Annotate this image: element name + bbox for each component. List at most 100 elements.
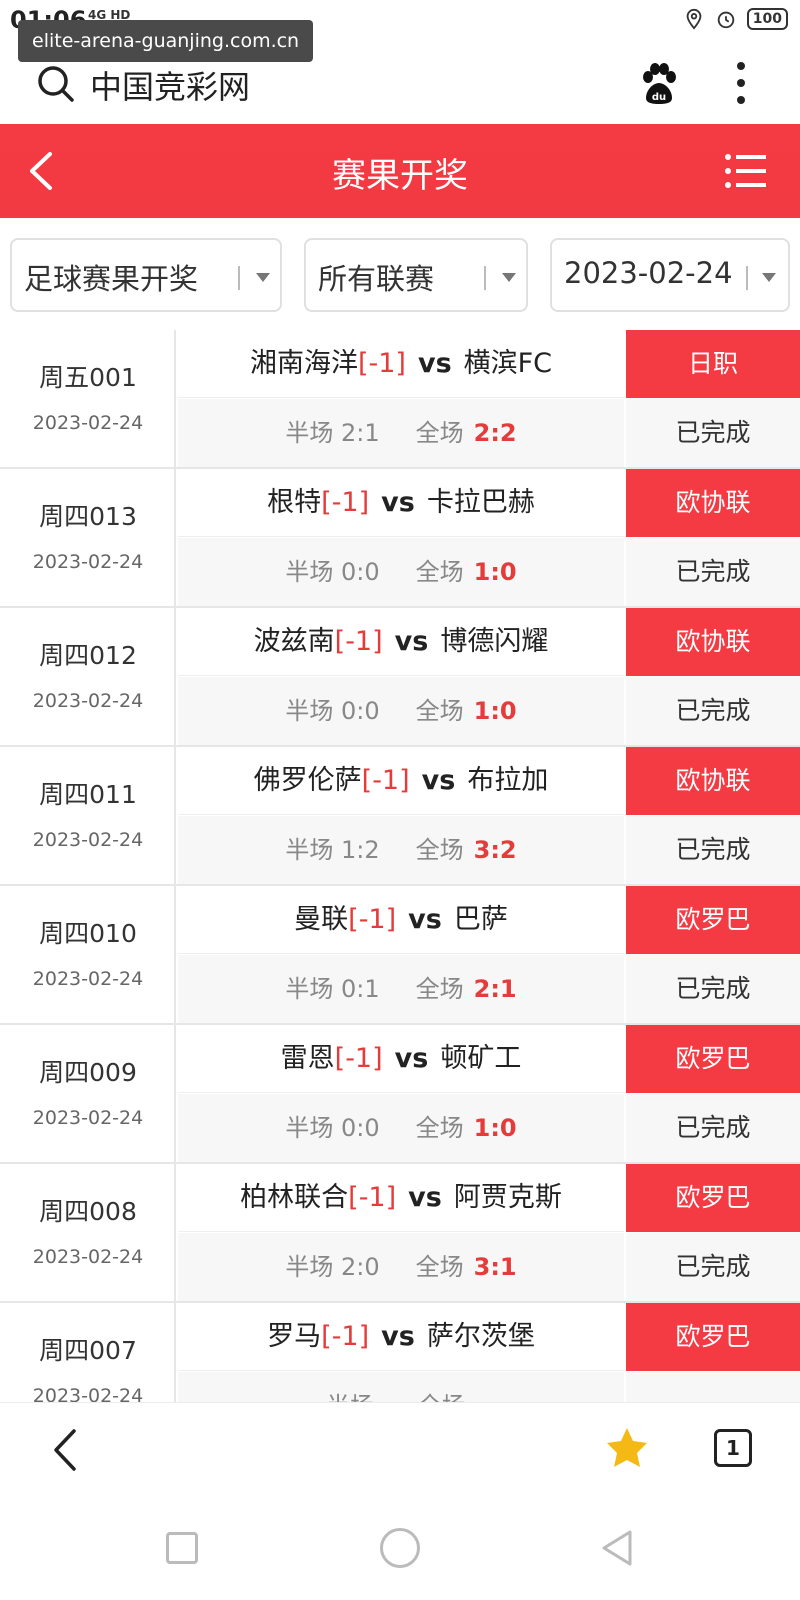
status-icons: 100 <box>683 8 788 30</box>
match-code: 周四008 <box>39 1197 137 1226</box>
location-icon <box>686 8 702 30</box>
status-badge <box>626 1372 800 1402</box>
page-title: 赛果开奖 <box>332 156 468 196</box>
handicap: [-1] <box>321 1321 370 1352</box>
handicap: [-1] <box>348 1182 397 1213</box>
half-label: 半场 <box>285 558 334 586</box>
match-code: 周四011 <box>39 780 137 809</box>
match-row[interactable]: 周四009 2023-02-24 雷恩[-1] vs 顿矿工 半场 0:0 全场 1:0 欧罗巴… <box>0 1025 800 1164</box>
status-badge: 已完成 <box>626 538 800 606</box>
full-label: 全场 <box>415 975 464 1003</box>
match-date: 2023-02-24 <box>32 412 144 434</box>
match-teams: 柏林联合[-1] vs 阿贾克斯 <box>178 1164 624 1232</box>
away-team: 阿贾克斯 <box>453 1182 562 1213</box>
half-score: 0:1 <box>341 975 380 1003</box>
away-team: 巴萨 <box>453 904 508 935</box>
home-team: 波兹南 <box>253 626 335 657</box>
date-select[interactable]: 2023-02-24 <box>550 238 790 312</box>
system-nav-bar <box>0 1494 800 1600</box>
tabs-icon[interactable]: 1 <box>714 1429 752 1467</box>
full-label: 全场 <box>415 558 464 586</box>
chevron-down-icon <box>762 273 776 282</box>
vs-label: vs <box>408 1182 442 1213</box>
league-badge: 欧协联 <box>626 608 800 676</box>
filter-row: 足球赛果开奖 所有联赛 2023-02-24 <box>0 218 800 328</box>
match-code: 周四009 <box>39 1058 137 1087</box>
nav-back-button[interactable] <box>598 1528 638 1568</box>
full-score: 1:0 <box>473 697 517 725</box>
league-badge: 日职 <box>626 330 800 398</box>
full-label: 全场 <box>418 1392 466 1402</box>
match-row[interactable]: 周四0072023-02-24罗马[-1]vs萨尔茨堡半场 全场欧罗巴 <box>0 1303 800 1402</box>
match-info-cell: 周四013 2023-02-24 <box>0 469 176 606</box>
match-scores: 半场 2:0 全场 3:1 <box>178 1233 624 1301</box>
match-scores: 半场 1:2 全场 3:2 <box>178 816 624 884</box>
status-badge: 已完成 <box>626 816 800 884</box>
match-code: 周五001 <box>39 363 137 392</box>
match-teams: 罗马[-1] vs 萨尔茨堡 <box>178 1303 624 1371</box>
half-score: 0:0 <box>341 1114 380 1142</box>
half-score: 2:0 <box>341 1253 380 1281</box>
away-team: 布拉加 <box>467 765 549 796</box>
full-score: 2:2 <box>473 419 517 447</box>
handicap: [-1] <box>334 1043 383 1074</box>
match-row[interactable]: 周五001 2023-02-24 湘南海洋[-1] vs 横滨FC 半场 2:1 全场 2:2… <box>0 330 800 469</box>
browser-back-icon[interactable] <box>50 1427 80 1473</box>
match-row[interactable]: 周四010 2023-02-24 曼联[-1] vs 巴萨 半场 0:1 全场 2:1 欧罗巴已… <box>0 886 800 1025</box>
match-date: 2023-02-24 <box>32 1385 144 1402</box>
match-scores: 半场 0:0 全场 1:0 <box>178 538 624 606</box>
match-info-cell: 周四011 2023-02-24 <box>0 747 176 884</box>
svg-text:du: du <box>652 92 666 103</box>
browser-bar: 中国竞彩网 du <box>0 52 800 124</box>
away-team: 萨尔茨堡 <box>426 1321 535 1352</box>
vs-label: vs <box>394 626 429 657</box>
chevron-down-icon <box>256 273 270 282</box>
full-score: 3:2 <box>473 836 517 864</box>
match-row[interactable]: 周四012 2023-02-24 波兹南[-1] vs 博德闪耀 半场 0:0 全场 1:0 欧… <box>0 608 800 747</box>
status-badge: 已完成 <box>626 677 800 745</box>
match-info-cell: 周五001 2023-02-24 <box>0 330 176 467</box>
status-badge: 已完成 <box>626 1233 800 1301</box>
half-label: 半场 <box>285 419 334 447</box>
league-badge: 欧协联 <box>626 469 800 537</box>
match-code: 周四013 <box>39 502 137 531</box>
half-label: 半场 <box>285 975 334 1003</box>
browser-bottom-bar: 1 <box>0 1402 800 1494</box>
paw-icon[interactable]: du <box>638 62 680 106</box>
match-date: 2023-02-24 <box>32 1246 144 1268</box>
chevron-down-icon <box>502 273 516 282</box>
star-icon[interactable] <box>604 1425 650 1471</box>
half-label: 半场 <box>326 1392 374 1402</box>
match-code: 周四010 <box>39 919 137 948</box>
menu-icon[interactable] <box>724 152 768 190</box>
half-score: 1:2 <box>341 836 380 864</box>
recent-apps-button[interactable] <box>166 1532 198 1564</box>
match-teams: 佛罗伦萨[-1] vs 布拉加 <box>178 747 624 815</box>
league-select[interactable]: 所有联赛 <box>304 238 528 312</box>
match-row[interactable]: 周四008 2023-02-24 柏林联合[-1] vs 阿贾克斯 半场 2:0 全场 3:1… <box>0 1164 800 1303</box>
battery-indicator: 100 <box>746 8 788 30</box>
away-team: 卡拉巴赫 <box>426 487 535 518</box>
status-badge: 已完成 <box>626 1094 800 1162</box>
match-date: 2023-02-24 <box>32 968 144 990</box>
match-info-cell: 周四007 2023-02-24 <box>0 1303 176 1402</box>
more-icon[interactable] <box>736 60 746 106</box>
full-label: 全场 <box>415 1114 464 1142</box>
site-title[interactable]: 中国竞彩网 <box>90 62 250 108</box>
match-info-cell: 周四009 2023-02-24 <box>0 1025 176 1162</box>
away-team: 横滨FC <box>463 348 553 379</box>
match-row[interactable]: 周四013 2023-02-24 根特[-1] vs 卡拉巴赫 半场 0:0 全场 1:0 欧协… <box>0 469 800 608</box>
match-date: 2023-02-24 <box>32 690 144 712</box>
match-row[interactable]: 周四011 2023-02-24 佛罗伦萨[-1] vs 布拉加 半场 1:2 全场 3:2 欧… <box>0 747 800 886</box>
alarm-icon <box>717 11 735 29</box>
vs-label: vs <box>381 487 415 518</box>
match-teams: 曼联[-1] vs 巴萨 <box>178 886 624 954</box>
league-badge: 欧协联 <box>626 747 800 815</box>
match-scores: 半场 全场 <box>178 1372 624 1402</box>
home-button[interactable] <box>380 1528 420 1568</box>
match-list[interactable]: 周五001 2023-02-24 湘南海洋[-1] vs 横滨FC 半场 2:1 全场 2:2… <box>0 330 800 1402</box>
type-select[interactable]: 足球赛果开奖 <box>10 238 282 312</box>
select-divider <box>238 266 240 290</box>
match-date: 2023-02-24 <box>32 1107 144 1129</box>
search-icon[interactable] <box>36 64 76 104</box>
